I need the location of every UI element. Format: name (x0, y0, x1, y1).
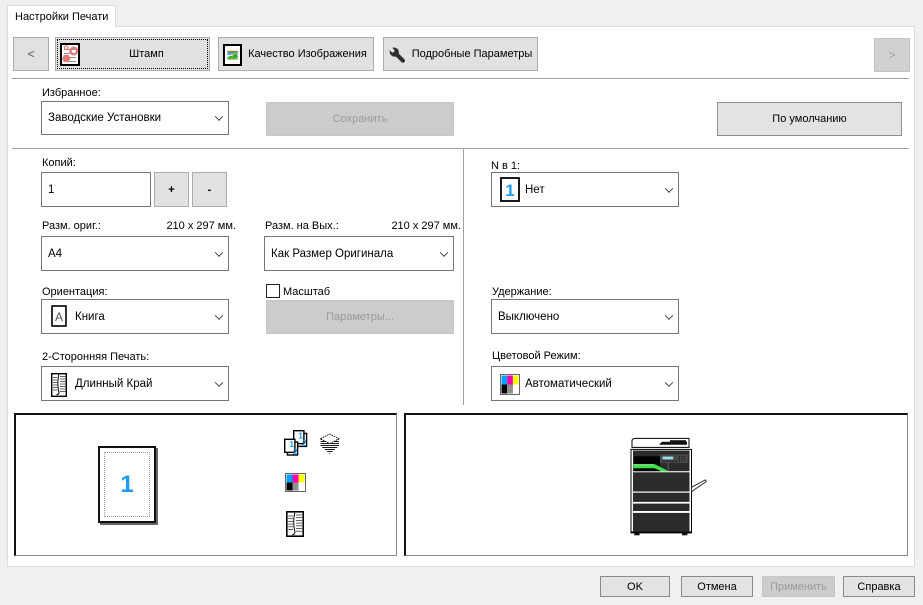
svg-text:A: A (55, 310, 63, 324)
svg-text:2: 2 (293, 447, 298, 456)
svg-text:2: 2 (302, 438, 307, 448)
svg-text:1: 1 (505, 181, 514, 200)
